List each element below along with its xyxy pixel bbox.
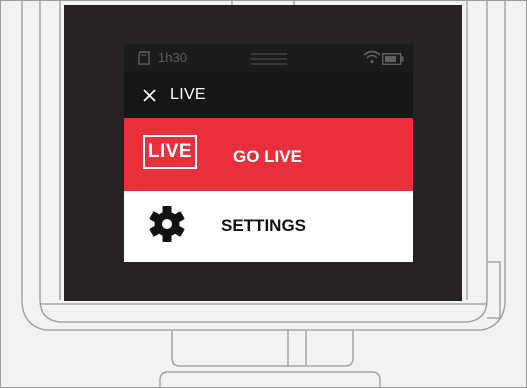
close-icon[interactable] (143, 89, 156, 102)
screen-title: LIVE (170, 86, 206, 103)
device-display: 1h30 LIVE LIVE GO LIVE SETTINGS (124, 44, 413, 262)
wifi-icon (363, 50, 381, 64)
recording-time-remaining: 1h30 (158, 50, 187, 65)
settings-menu-item[interactable]: SETTINGS (124, 191, 413, 262)
live-badge-icon: LIVE (143, 135, 197, 169)
go-live-label: GO LIVE (233, 147, 302, 166)
gear-icon (149, 206, 185, 242)
screen-header: LIVE (124, 72, 413, 118)
hamburger-menu-icon (251, 53, 287, 65)
status-bar: 1h30 (124, 44, 413, 72)
battery-icon (382, 53, 404, 65)
sd-card-icon (138, 51, 150, 65)
go-live-menu-item[interactable]: LIVE GO LIVE (124, 118, 413, 191)
settings-label: SETTINGS (221, 216, 307, 235)
